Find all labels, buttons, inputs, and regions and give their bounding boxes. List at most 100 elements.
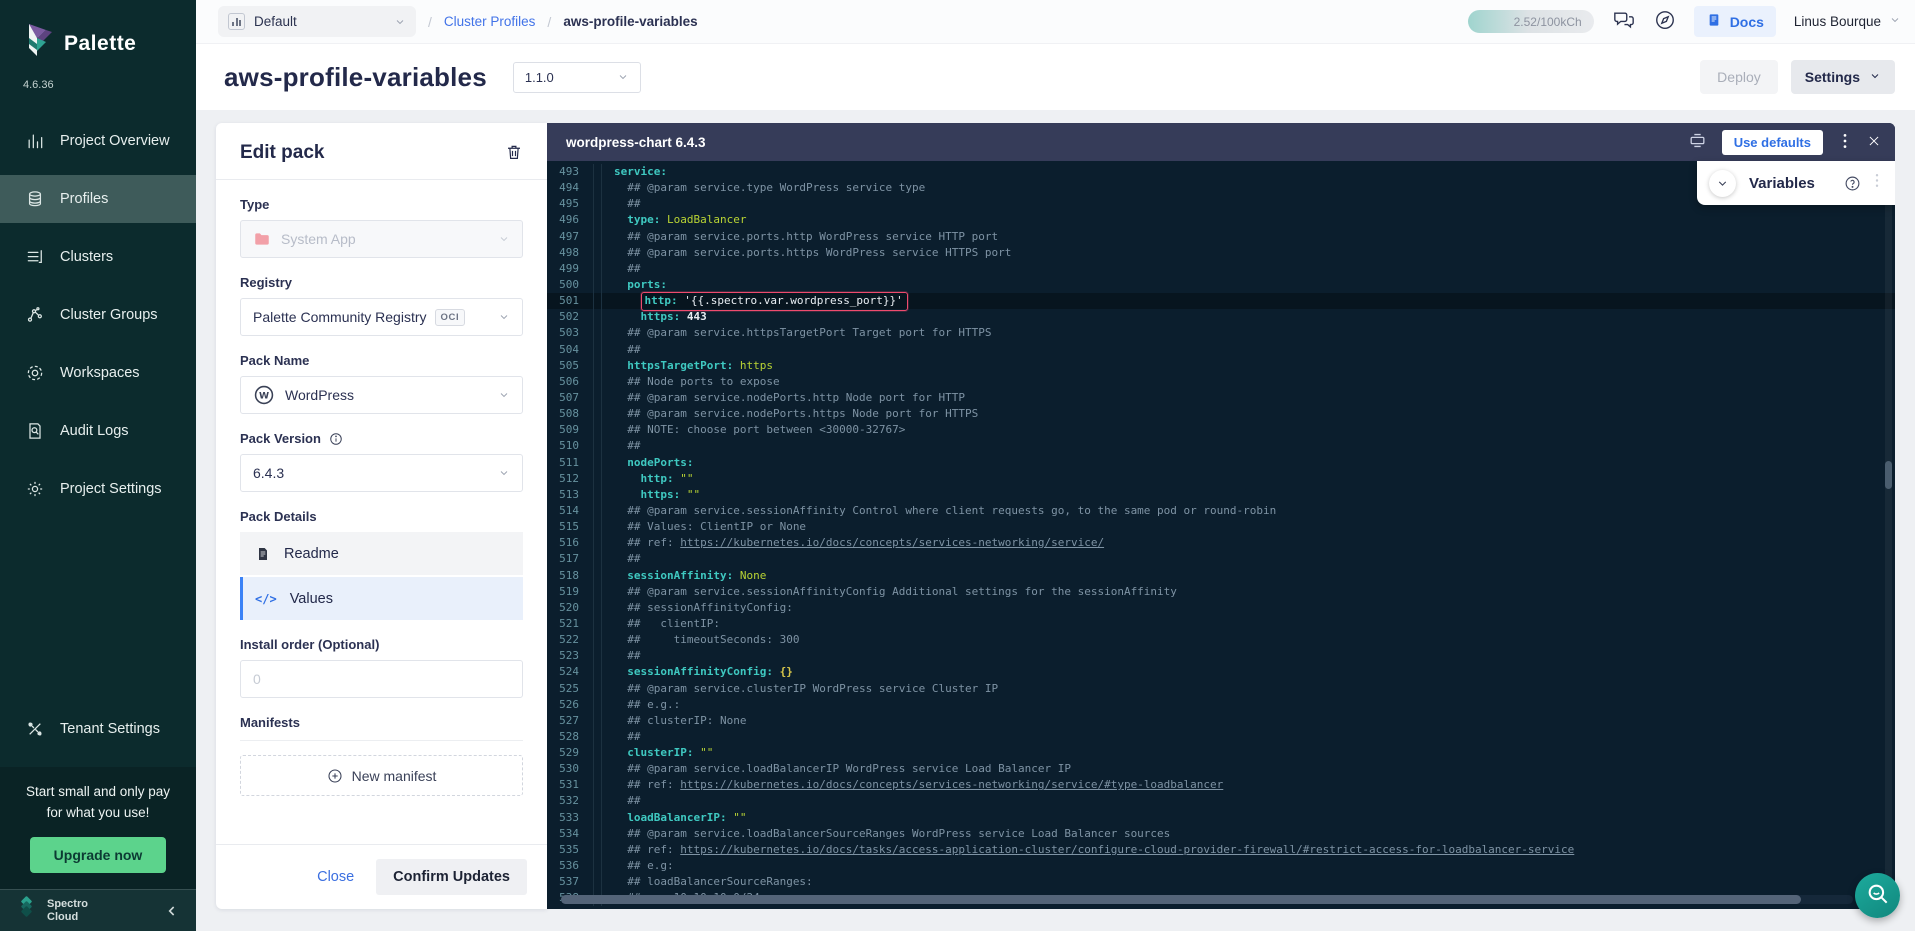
type-value: System App	[281, 231, 356, 247]
code-editor-content[interactable]: 493service:494 ## @param service.type Wo…	[547, 161, 1895, 909]
code-line-505[interactable]: 505 httpsTargetPort: https	[547, 358, 1895, 374]
code-line-507[interactable]: 507 ## @param service.nodePorts.http Nod…	[547, 390, 1895, 406]
code-line-515[interactable]: 515 ## Values: ClientIP or None	[547, 519, 1895, 535]
code-line-493[interactable]: 493service:	[547, 164, 1895, 180]
code-line-510[interactable]: 510 ##	[547, 438, 1895, 454]
sidebar-item-workspaces[interactable]: Workspaces	[0, 349, 196, 397]
code-line-527[interactable]: 527 ## clusterIP: None	[547, 713, 1895, 729]
explore-button[interactable]	[1654, 9, 1676, 34]
pack-name-selector[interactable]: W WordPress	[240, 376, 523, 414]
sidebar-item-clusters[interactable]: Clusters	[0, 233, 196, 281]
code-line-536[interactable]: 536 ## e.g:	[547, 858, 1895, 874]
confirm-updates-button[interactable]: Confirm Updates	[376, 859, 527, 895]
code-line-517[interactable]: 517 ##	[547, 551, 1895, 567]
chevron-down-icon	[498, 233, 510, 245]
code-line-504[interactable]: 504 ##	[547, 342, 1895, 358]
horizontal-scrollbar-thumb[interactable]	[561, 895, 1801, 904]
code-line-516[interactable]: 516 ## ref: https://kubernetes.io/docs/c…	[547, 535, 1895, 551]
delete-pack-button[interactable]	[505, 143, 523, 164]
code-line-520[interactable]: 520 ## sessionAffinityConfig:	[547, 600, 1895, 616]
settings-button[interactable]: Settings	[1791, 60, 1895, 94]
sidebar-item-project-settings[interactable]: Project Settings	[0, 465, 196, 513]
sidebar-item-cluster-groups[interactable]: Cluster Groups	[0, 291, 196, 339]
help-icon[interactable]	[1844, 175, 1861, 192]
variables-toggle-button[interactable]	[1709, 170, 1736, 197]
sidebar-item-project-overview[interactable]: Project Overview	[0, 117, 196, 165]
code-line-522[interactable]: 522 ## timeoutSeconds: 300	[547, 632, 1895, 648]
split-view-button[interactable]	[1688, 131, 1707, 153]
use-defaults-button[interactable]: Use defaults	[1722, 130, 1823, 155]
sidebar-item-audit-logs[interactable]: Audit Logs	[0, 407, 196, 455]
sidebar-collapse-button[interactable]	[164, 903, 180, 919]
line-number: 507	[547, 390, 589, 406]
folder-icon	[253, 230, 271, 248]
gutter-guides	[593, 164, 602, 180]
vertical-scrollbar[interactable]	[1885, 161, 1892, 893]
code-line-512[interactable]: 512 http: ""	[547, 471, 1895, 487]
code-line-529[interactable]: 529 clusterIP: ""	[547, 745, 1895, 761]
upgrade-now-button[interactable]: Upgrade now	[30, 837, 167, 873]
editor-menu-button[interactable]	[1838, 133, 1852, 152]
project-selector[interactable]: Default	[218, 6, 416, 37]
code-line-499[interactable]: 499 ##	[547, 261, 1895, 277]
code-line-502[interactable]: 502 https: 443	[547, 309, 1895, 325]
code-line-532[interactable]: 532 ##	[547, 793, 1895, 809]
install-order-input[interactable]	[240, 660, 523, 698]
variables-menu-icon[interactable]	[1871, 173, 1883, 193]
code-line-494[interactable]: 494 ## @param service.type WordPress ser…	[547, 180, 1895, 196]
pack-version-selector[interactable]: 6.4.3	[240, 454, 523, 492]
code-line-523[interactable]: 523 ##	[547, 648, 1895, 664]
code-line-513[interactable]: 513 https: ""	[547, 487, 1895, 503]
code-line-518[interactable]: 518 sessionAffinity: None	[547, 568, 1895, 584]
chevron-down-icon	[617, 71, 629, 83]
new-manifest-button[interactable]: New manifest	[240, 755, 523, 796]
code-line-503[interactable]: 503 ## @param service.httpsTargetPort Ta…	[547, 325, 1895, 341]
sidebar-item-label: Profiles	[60, 191, 108, 207]
info-icon[interactable]	[329, 432, 343, 446]
code-line-514[interactable]: 514 ## @param service.sessionAffinity Co…	[547, 503, 1895, 519]
user-menu[interactable]: Linus Bourque	[1794, 14, 1901, 29]
app-logo[interactable]: Palette	[0, 0, 196, 65]
code-line-495[interactable]: 495 ##	[547, 196, 1895, 212]
registry-selector[interactable]: Palette Community Registry OCI	[240, 298, 523, 336]
docs-button[interactable]: Docs	[1694, 6, 1776, 37]
line-number: 523	[547, 648, 589, 664]
vertical-scrollbar-thumb[interactable]	[1885, 461, 1892, 489]
code-line-496[interactable]: 496 type: LoadBalancer	[547, 212, 1895, 228]
code-line-508[interactable]: 508 ## @param service.nodePorts.https No…	[547, 406, 1895, 422]
code-line-525[interactable]: 525 ## @param service.clusterIP WordPres…	[547, 681, 1895, 697]
code-line-500[interactable]: 500 ports:	[547, 277, 1895, 293]
code-line-535[interactable]: 535 ## ref: https://kubernetes.io/docs/t…	[547, 842, 1895, 858]
breadcrumb-cluster-profiles[interactable]: Cluster Profiles	[444, 14, 536, 29]
code-line-534[interactable]: 534 ## @param service.loadBalancerSource…	[547, 826, 1895, 842]
code-line-531[interactable]: 531 ## ref: https://kubernetes.io/docs/c…	[547, 777, 1895, 793]
code-line-526[interactable]: 526 ## e.g.:	[547, 697, 1895, 713]
code-line-511[interactable]: 511 nodePorts:	[547, 455, 1895, 471]
code-line-501[interactable]: 501 http: '{{.spectro.var.wordpress_port…	[547, 293, 1895, 309]
code-line-497[interactable]: 497 ## @param service.ports.http WordPre…	[547, 229, 1895, 245]
code-line-506[interactable]: 506 ## Node ports to expose	[547, 374, 1895, 390]
code-line-519[interactable]: 519 ## @param service.sessionAffinityCon…	[547, 584, 1895, 600]
help-search-fab[interactable]	[1855, 873, 1900, 918]
code-line-537[interactable]: 537 ## loadBalancerSourceRanges:	[547, 874, 1895, 890]
chevron-down-icon	[498, 311, 510, 323]
tab-readme[interactable]: Readme	[240, 532, 523, 575]
close-button[interactable]: Close	[317, 869, 354, 885]
variable-highlight-box[interactable]: http: '{{.spectro.var.wordpress_port}}'	[641, 292, 908, 311]
profile-version-selector[interactable]: 1.1.0	[513, 62, 641, 93]
tab-values[interactable]: </> Values	[240, 577, 523, 620]
deploy-button[interactable]: Deploy	[1700, 60, 1778, 94]
horizontal-scrollbar[interactable]	[561, 895, 1853, 904]
code-line-530[interactable]: 530 ## @param service.loadBalancerIP Wor…	[547, 761, 1895, 777]
code-line-498[interactable]: 498 ## @param service.ports.https WordPr…	[547, 245, 1895, 261]
code-line-533[interactable]: 533 loadBalancerIP: ""	[547, 810, 1895, 826]
code-line-524[interactable]: 524 sessionAffinityConfig: {}	[547, 664, 1895, 680]
code-line-521[interactable]: 521 ## clientIP:	[547, 616, 1895, 632]
gutter-guides	[593, 438, 602, 454]
editor-close-button[interactable]	[1867, 134, 1881, 151]
sidebar-item-tenant-settings[interactable]: Tenant Settings	[0, 705, 196, 753]
code-line-509[interactable]: 509 ## NOTE: choose port between <30000-…	[547, 422, 1895, 438]
feedback-chat-button[interactable]	[1612, 9, 1636, 34]
sidebar-item-profiles[interactable]: Profiles	[0, 175, 196, 223]
code-line-528[interactable]: 528 ##	[547, 729, 1895, 745]
